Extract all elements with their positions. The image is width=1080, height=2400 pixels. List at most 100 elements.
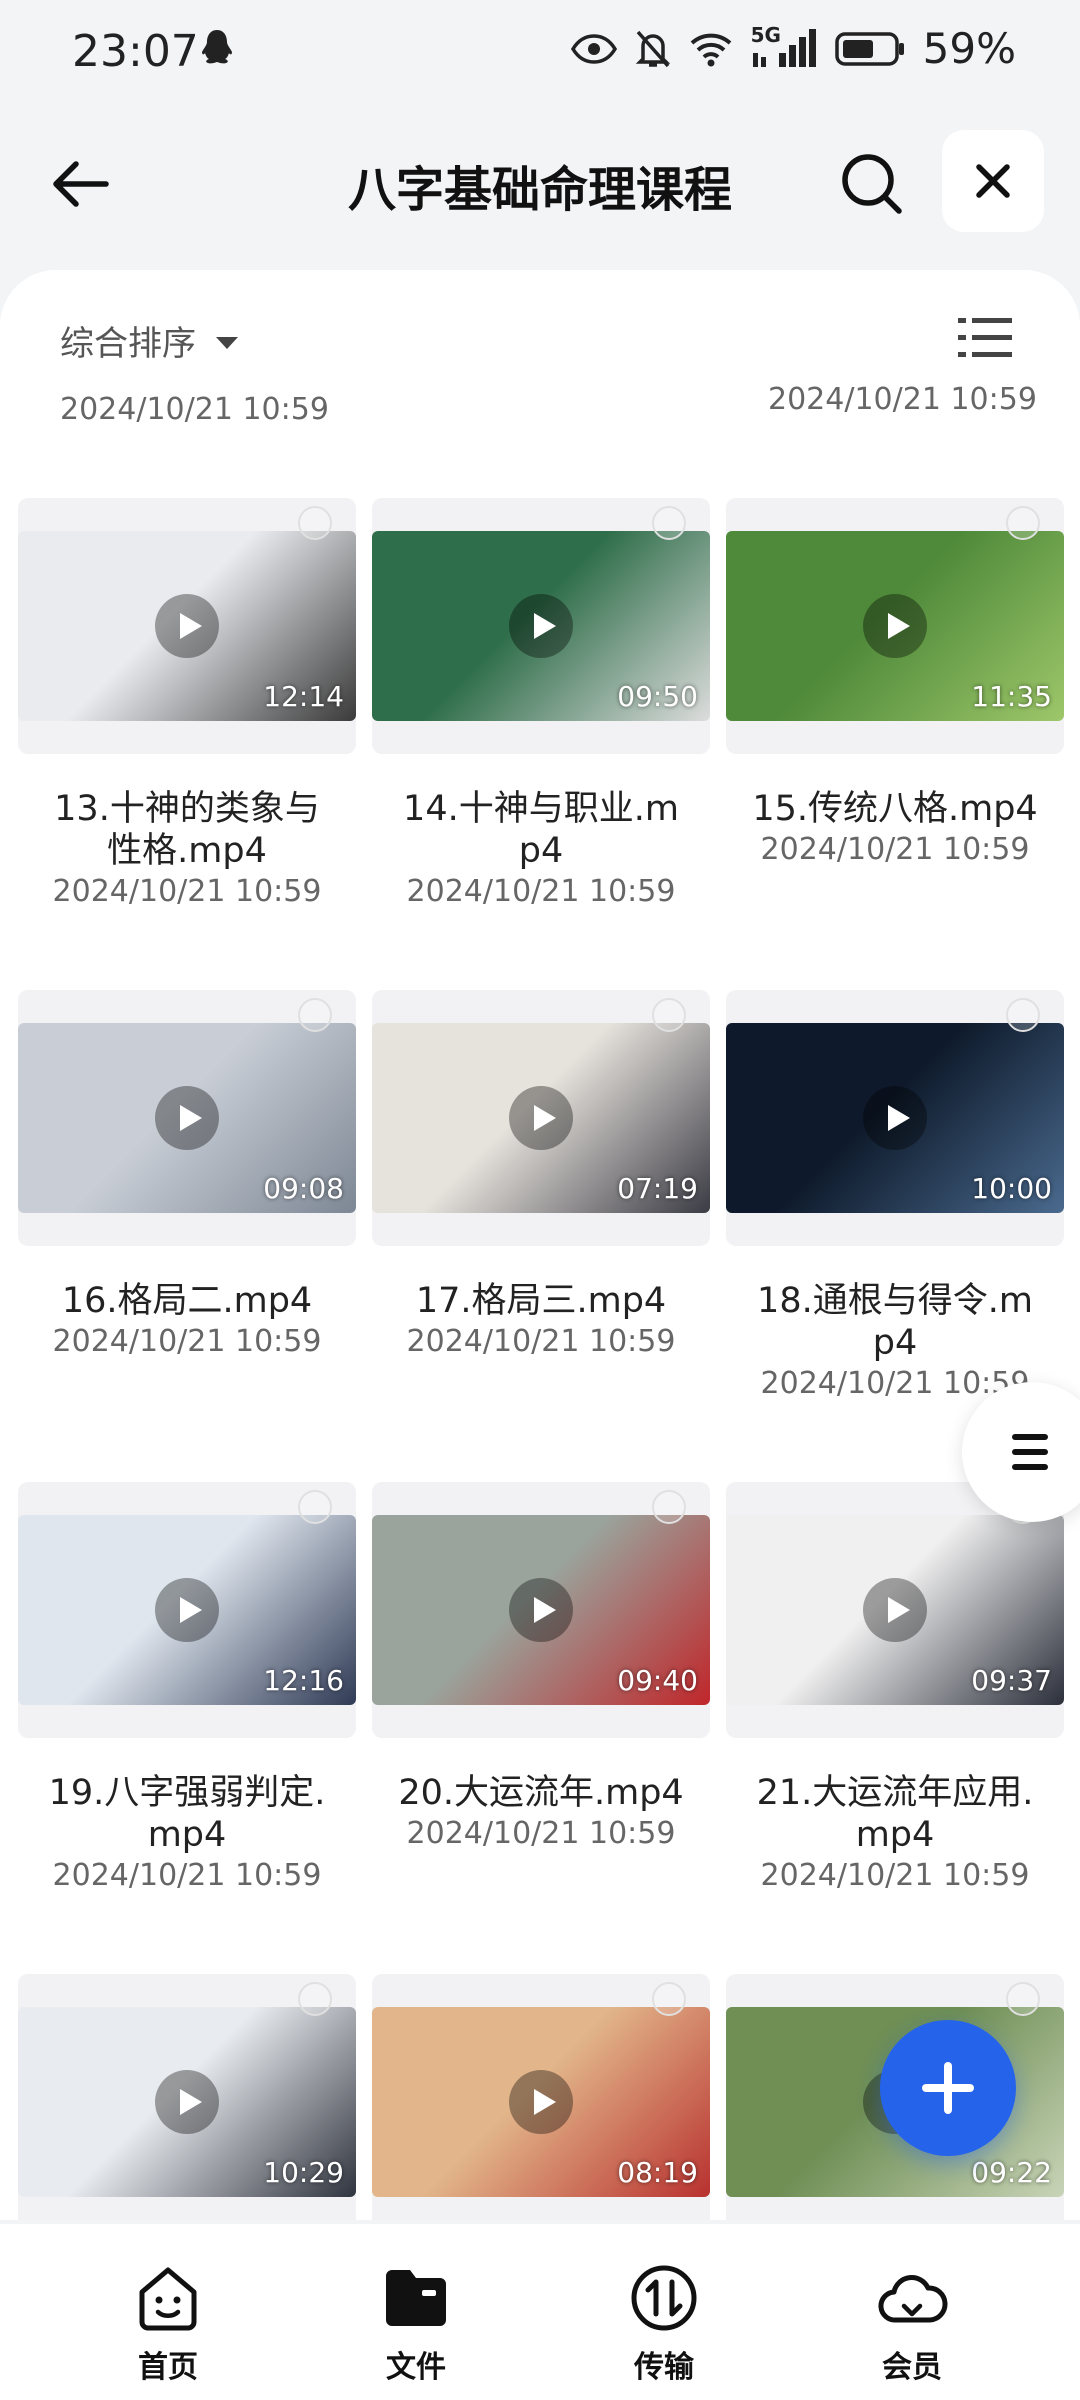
select-radio[interactable] xyxy=(298,998,332,1032)
list-view-icon[interactable] xyxy=(958,316,1012,360)
video-duration: 09:08 xyxy=(263,1172,344,1205)
nav-transfer[interactable]: 传输 xyxy=(584,2262,744,2386)
network-label: 5G xyxy=(750,22,781,47)
select-radio[interactable] xyxy=(298,506,332,540)
wifi-icon xyxy=(690,33,731,66)
video-duration: 09:50 xyxy=(617,680,698,713)
select-radio[interactable] xyxy=(652,506,686,540)
video-duration: 08:19 xyxy=(617,2156,698,2189)
video-duration: 09:22 xyxy=(971,2156,1052,2189)
nav-files-label: 文件 xyxy=(386,2350,446,2385)
file-date: 2024/10/21 10:59 xyxy=(60,392,329,427)
menu-icon-bar xyxy=(1012,1464,1048,1470)
file-date: 2024/10/21 10:59 xyxy=(52,1324,322,1359)
play-icon xyxy=(509,594,573,658)
file-date: 2024/10/21 10:59 xyxy=(52,874,322,909)
video-duration: 09:37 xyxy=(971,1664,1052,1697)
video-thumbnail[interactable]: 12:14 xyxy=(18,531,356,721)
video-duration: 07:19 xyxy=(617,1172,698,1205)
select-radio[interactable] xyxy=(652,1982,686,2016)
mute-bell-icon xyxy=(635,30,670,67)
folder-icon xyxy=(386,2270,446,2326)
file-date: 2024/10/21 10:59 xyxy=(52,1858,322,1893)
select-radio[interactable] xyxy=(652,1490,686,1524)
close-button[interactable] xyxy=(942,130,1044,232)
file-name: 21.大运流年应用. mp4 xyxy=(726,1772,1064,1856)
file-name: 17.格局三.mp4 xyxy=(372,1280,710,1322)
file-date: 2024/10/21 10:59 xyxy=(406,1324,676,1359)
video-card[interactable]: 09:37 xyxy=(726,1482,1064,1738)
select-radio[interactable] xyxy=(1006,506,1040,540)
play-icon xyxy=(863,1578,927,1642)
video-thumbnail[interactable]: 12:16 xyxy=(18,1515,356,1705)
video-card[interactable]: 07:19 xyxy=(372,990,710,1246)
file-name-line: 17.格局三.mp4 xyxy=(415,1281,667,1321)
video-card[interactable]: 09:50 xyxy=(372,498,710,754)
add-button[interactable] xyxy=(880,2020,1016,2156)
file-name-line: mp4 xyxy=(855,1815,935,1855)
select-radio[interactable] xyxy=(298,1490,332,1524)
video-card[interactable]: 12:14 xyxy=(18,498,356,754)
play-icon xyxy=(155,594,219,658)
nav-files[interactable]: 文件 xyxy=(336,2262,496,2386)
top-app-bar: 八字基础命理课程 xyxy=(0,120,1080,240)
file-name: 14.十神与职业.m p4 xyxy=(372,788,710,872)
file-name: 18.通根与得令.m p4 xyxy=(726,1280,1064,1364)
play-icon xyxy=(155,1578,219,1642)
video-duration: 12:16 xyxy=(263,1664,344,1697)
video-thumbnail[interactable]: 11:35 xyxy=(726,531,1064,721)
search-icon[interactable] xyxy=(838,150,904,216)
file-name: 19.八字强弱判定. mp4 xyxy=(18,1772,356,1856)
cloud-icon xyxy=(878,2275,948,2323)
video-thumbnail[interactable]: 07:19 xyxy=(372,1023,710,1213)
video-thumbnail[interactable]: 10:00 xyxy=(726,1023,1064,1213)
video-duration: 09:40 xyxy=(617,1664,698,1697)
play-icon xyxy=(155,1086,219,1150)
nav-home-label: 首页 xyxy=(138,2350,198,2385)
video-card[interactable]: 08:19 xyxy=(372,1974,710,2220)
status-icons: 5G 59% xyxy=(570,22,1016,73)
file-name: 15.传统八格.mp4 xyxy=(726,788,1064,830)
home-face-icon xyxy=(139,2267,197,2331)
bottom-navigation: 首页 文件 传输 会员 xyxy=(0,2224,1080,2400)
file-name-line: mp4 xyxy=(147,1815,227,1855)
video-card[interactable]: 09:08 xyxy=(18,990,356,1246)
select-radio[interactable] xyxy=(1006,998,1040,1032)
battery-icon xyxy=(834,31,904,66)
video-thumbnail[interactable]: 09:40 xyxy=(372,1515,710,1705)
video-card[interactable]: 09:40 xyxy=(372,1482,710,1738)
video-duration: 11:35 xyxy=(971,680,1052,713)
select-radio[interactable] xyxy=(298,1982,332,2016)
caret-down-icon xyxy=(216,336,238,349)
file-name: 16.格局二.mp4 xyxy=(18,1280,356,1322)
video-card[interactable]: 11:35 xyxy=(726,498,1064,754)
nav-home[interactable]: 首页 xyxy=(88,2262,248,2386)
play-icon xyxy=(509,1086,573,1150)
select-radio[interactable] xyxy=(652,998,686,1032)
video-card[interactable]: 10:00 xyxy=(726,990,1064,1246)
video-thumbnail[interactable]: 10:29 xyxy=(18,2007,356,2197)
nav-membership[interactable]: 会员 xyxy=(832,2262,992,2386)
file-name-line: 性格.mp4 xyxy=(107,831,267,871)
video-card[interactable]: 10:29 xyxy=(18,1974,356,2220)
eye-icon xyxy=(570,33,617,64)
transfer-icon xyxy=(631,2265,697,2331)
video-thumbnail[interactable]: 09:37 xyxy=(726,1515,1064,1705)
file-name-line: p4 xyxy=(518,831,564,871)
file-name-line: 19.八字强弱判定. xyxy=(48,1773,326,1813)
video-thumbnail[interactable]: 09:08 xyxy=(18,1023,356,1213)
file-name-line: 18.通根与得令.m xyxy=(757,1281,1033,1321)
file-date: 2024/10/21 10:59 xyxy=(768,382,1037,417)
video-duration: 12:14 xyxy=(263,680,344,713)
menu-icon xyxy=(1012,1434,1048,1440)
video-thumbnail[interactable]: 08:19 xyxy=(372,2007,710,2197)
file-date: 2024/10/21 10:59 xyxy=(760,1858,1030,1893)
video-card[interactable]: 12:16 xyxy=(18,1482,356,1738)
file-name-line: 15.传统八格.mp4 xyxy=(752,789,1038,829)
sort-bar: 综合排序 xyxy=(0,270,1080,382)
file-date: 2024/10/21 10:59 xyxy=(406,874,676,909)
sort-dropdown[interactable]: 综合排序 xyxy=(60,316,238,365)
video-thumbnail[interactable]: 09:50 xyxy=(372,531,710,721)
nav-membership-label: 会员 xyxy=(882,2350,942,2385)
select-radio[interactable] xyxy=(1006,1982,1040,2016)
